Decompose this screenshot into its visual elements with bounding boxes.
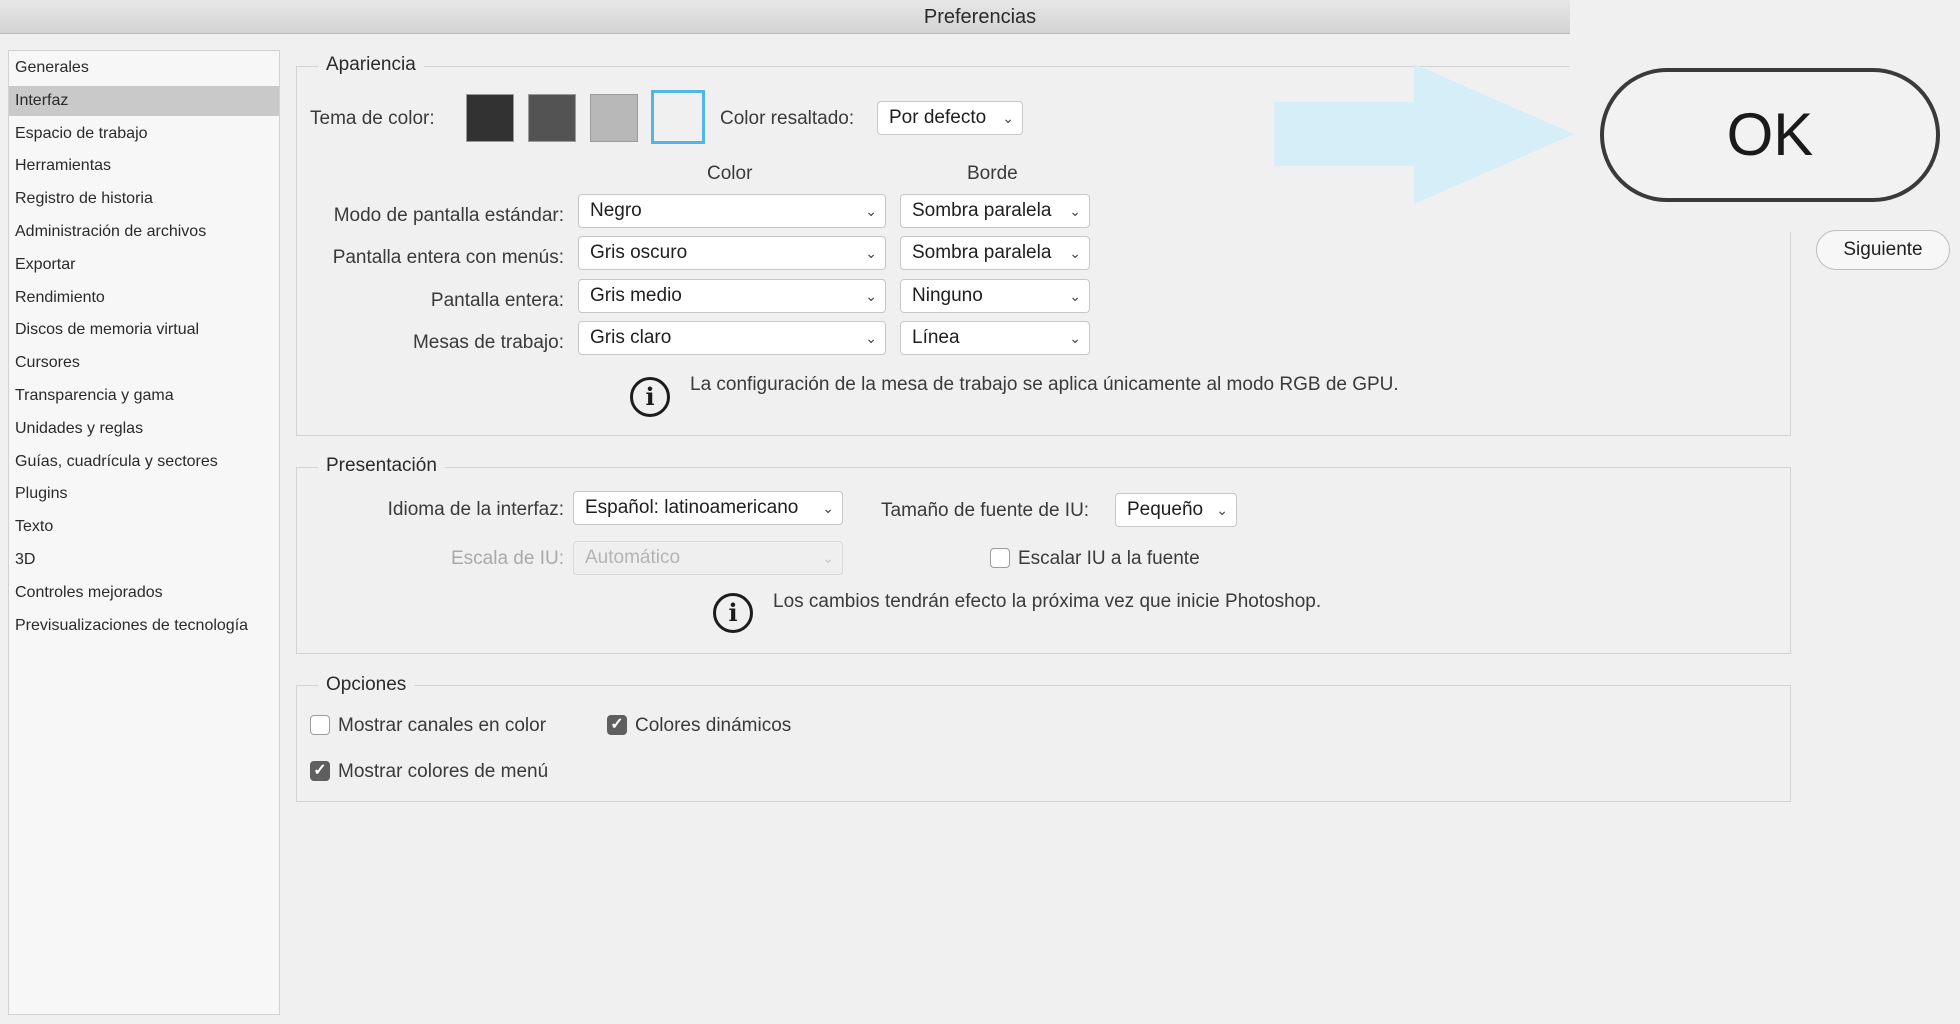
screen-color-select[interactable]: Gris oscuro ⌄ bbox=[578, 236, 886, 270]
screen-color-value: Gris oscuro bbox=[590, 242, 688, 263]
font-size-value: Pequeño bbox=[1127, 499, 1204, 520]
dynamic-colors-label: Colores dinámicos bbox=[635, 715, 792, 736]
scale-label: Escala de IU: bbox=[451, 548, 564, 569]
font-size-label: Tamaño de fuente de IU: bbox=[881, 500, 1090, 521]
sidebar-item[interactable]: Generales bbox=[9, 53, 279, 83]
screen-border-value: Sombra paralela bbox=[912, 200, 1052, 221]
highlight-select[interactable]: Por defecto ⌄ bbox=[877, 101, 1023, 135]
sidebar-item[interactable]: Previsualizaciones de tecnología bbox=[9, 611, 279, 641]
screen-color-value: Negro bbox=[590, 200, 642, 221]
column-header-border: Borde bbox=[967, 163, 1018, 184]
sidebar-item[interactable]: Unidades y reglas bbox=[9, 414, 279, 444]
chevron-down-icon: ⌄ bbox=[1216, 502, 1228, 518]
chevron-down-icon: ⌄ bbox=[865, 245, 877, 261]
screen-border-value: Ninguno bbox=[912, 285, 983, 306]
sidebar-item[interactable]: Interfaz bbox=[9, 85, 279, 116]
theme-swatch[interactable] bbox=[466, 94, 514, 142]
chevron-down-icon: ⌄ bbox=[865, 288, 877, 304]
screen-mode-label: Modo de pantalla estándar: bbox=[333, 205, 564, 226]
presentation-note: Los cambios tendrán efecto la próxima ve… bbox=[773, 591, 1322, 612]
sidebar-item[interactable]: Espacio de trabajo bbox=[9, 119, 279, 149]
checkmark-icon: ✓ bbox=[313, 762, 327, 779]
chevron-down-icon: ⌄ bbox=[822, 500, 834, 516]
highlight-label: Color resaltado: bbox=[720, 108, 855, 129]
scale-to-font-checkbox[interactable] bbox=[990, 548, 1010, 568]
options-group bbox=[296, 685, 1791, 802]
screen-border-value: Sombra paralela bbox=[912, 242, 1052, 263]
theme-label: Tema de color: bbox=[310, 108, 435, 129]
sidebar-item[interactable]: Herramientas bbox=[9, 151, 279, 181]
sidebar-item[interactable]: Rendimiento bbox=[9, 283, 279, 313]
screen-color-select[interactable]: Gris medio ⌄ bbox=[578, 279, 886, 313]
language-label: Idioma de la interfaz: bbox=[387, 499, 564, 520]
theme-swatch[interactable] bbox=[590, 94, 638, 142]
info-icon: i bbox=[713, 593, 753, 633]
screen-border-select[interactable]: Sombra paralela ⌄ bbox=[900, 236, 1090, 270]
appearance-note: La configuración de la mesa de trabajo s… bbox=[690, 374, 1399, 395]
chevron-down-icon: ⌄ bbox=[1069, 288, 1081, 304]
checkmark-icon: ✓ bbox=[610, 716, 624, 733]
sidebar-item[interactable]: Plugins bbox=[9, 479, 279, 509]
show-channels-label: Mostrar canales en color bbox=[338, 715, 547, 736]
scale-value: Automático bbox=[585, 547, 681, 568]
appearance-legend: Apariencia bbox=[318, 53, 424, 77]
chevron-down-icon: ⌄ bbox=[865, 203, 877, 219]
ok-button[interactable]: OK bbox=[1600, 68, 1940, 202]
menu-colors-label: Mostrar colores de menú bbox=[338, 761, 549, 782]
options-legend: Opciones bbox=[318, 673, 415, 697]
language-value: Español: latinoamericano bbox=[585, 497, 799, 518]
screen-color-value: Gris medio bbox=[590, 285, 682, 306]
chevron-down-icon: ⌄ bbox=[1069, 330, 1081, 346]
font-size-select[interactable]: Pequeño ⌄ bbox=[1115, 493, 1237, 527]
screen-color-select[interactable]: Gris claro ⌄ bbox=[578, 321, 886, 355]
window-title: Preferencias bbox=[923, 6, 1037, 28]
sidebar-item[interactable]: Controles mejorados bbox=[9, 578, 279, 608]
sidebar-item[interactable]: Transparencia y gama bbox=[9, 381, 279, 411]
sidebar-item[interactable]: Registro de historia bbox=[9, 184, 279, 214]
presentation-legend: Presentación bbox=[318, 454, 445, 478]
sidebar-item[interactable]: Exportar bbox=[9, 250, 279, 280]
chevron-down-icon: ⌄ bbox=[822, 550, 834, 566]
screen-color-select[interactable]: Negro ⌄ bbox=[578, 194, 886, 228]
sidebar-item[interactable]: Texto bbox=[9, 512, 279, 542]
screen-mode-label: Mesas de trabajo: bbox=[412, 332, 564, 353]
chevron-down-icon: ⌄ bbox=[1069, 203, 1081, 219]
chevron-down-icon: ⌄ bbox=[1002, 110, 1014, 126]
screen-border-select[interactable]: Línea ⌄ bbox=[900, 321, 1090, 355]
theme-swatch[interactable] bbox=[528, 94, 576, 142]
screen-border-select[interactable]: Ninguno ⌄ bbox=[900, 279, 1090, 313]
sidebar-item[interactable]: Discos de memoria virtual bbox=[9, 315, 279, 345]
sidebar-item[interactable]: Cursores bbox=[9, 348, 279, 378]
show-channels-checkbox[interactable] bbox=[310, 715, 330, 735]
preferences-sidebar: Generales Interfaz Espacio de trabajo Herra… bbox=[8, 50, 280, 1015]
next-button[interactable]: Siguiente bbox=[1816, 230, 1950, 270]
theme-swatch[interactable] bbox=[651, 90, 705, 144]
arrow-right-icon bbox=[1274, 64, 1574, 204]
menu-colors-checkbox[interactable]: ✓ bbox=[310, 761, 330, 781]
dynamic-colors-checkbox[interactable]: ✓ bbox=[607, 715, 627, 735]
sidebar-item[interactable]: 3D bbox=[9, 545, 279, 575]
screen-mode-label: Pantalla entera con menús: bbox=[332, 247, 564, 268]
language-select[interactable]: Español: latinoamericano ⌄ bbox=[573, 491, 843, 525]
sidebar-item[interactable]: Administración de archivos bbox=[9, 217, 279, 247]
chevron-down-icon: ⌄ bbox=[1069, 245, 1081, 261]
screen-border-value: Línea bbox=[912, 327, 960, 348]
scale-to-font-label: Escalar IU a la fuente bbox=[1018, 548, 1200, 569]
info-icon: i bbox=[630, 377, 670, 417]
screen-color-value: Gris claro bbox=[590, 327, 672, 348]
screen-border-select[interactable]: Sombra paralela ⌄ bbox=[900, 194, 1090, 228]
sidebar-item[interactable]: Guías, cuadrícula y sectores bbox=[9, 447, 279, 477]
chevron-down-icon: ⌄ bbox=[865, 330, 877, 346]
column-header-color: Color bbox=[707, 163, 753, 184]
highlight-value: Por defecto bbox=[889, 107, 987, 128]
screen-mode-label: Pantalla entera: bbox=[430, 290, 564, 311]
scale-select[interactable]: Automático ⌄ bbox=[573, 541, 843, 575]
